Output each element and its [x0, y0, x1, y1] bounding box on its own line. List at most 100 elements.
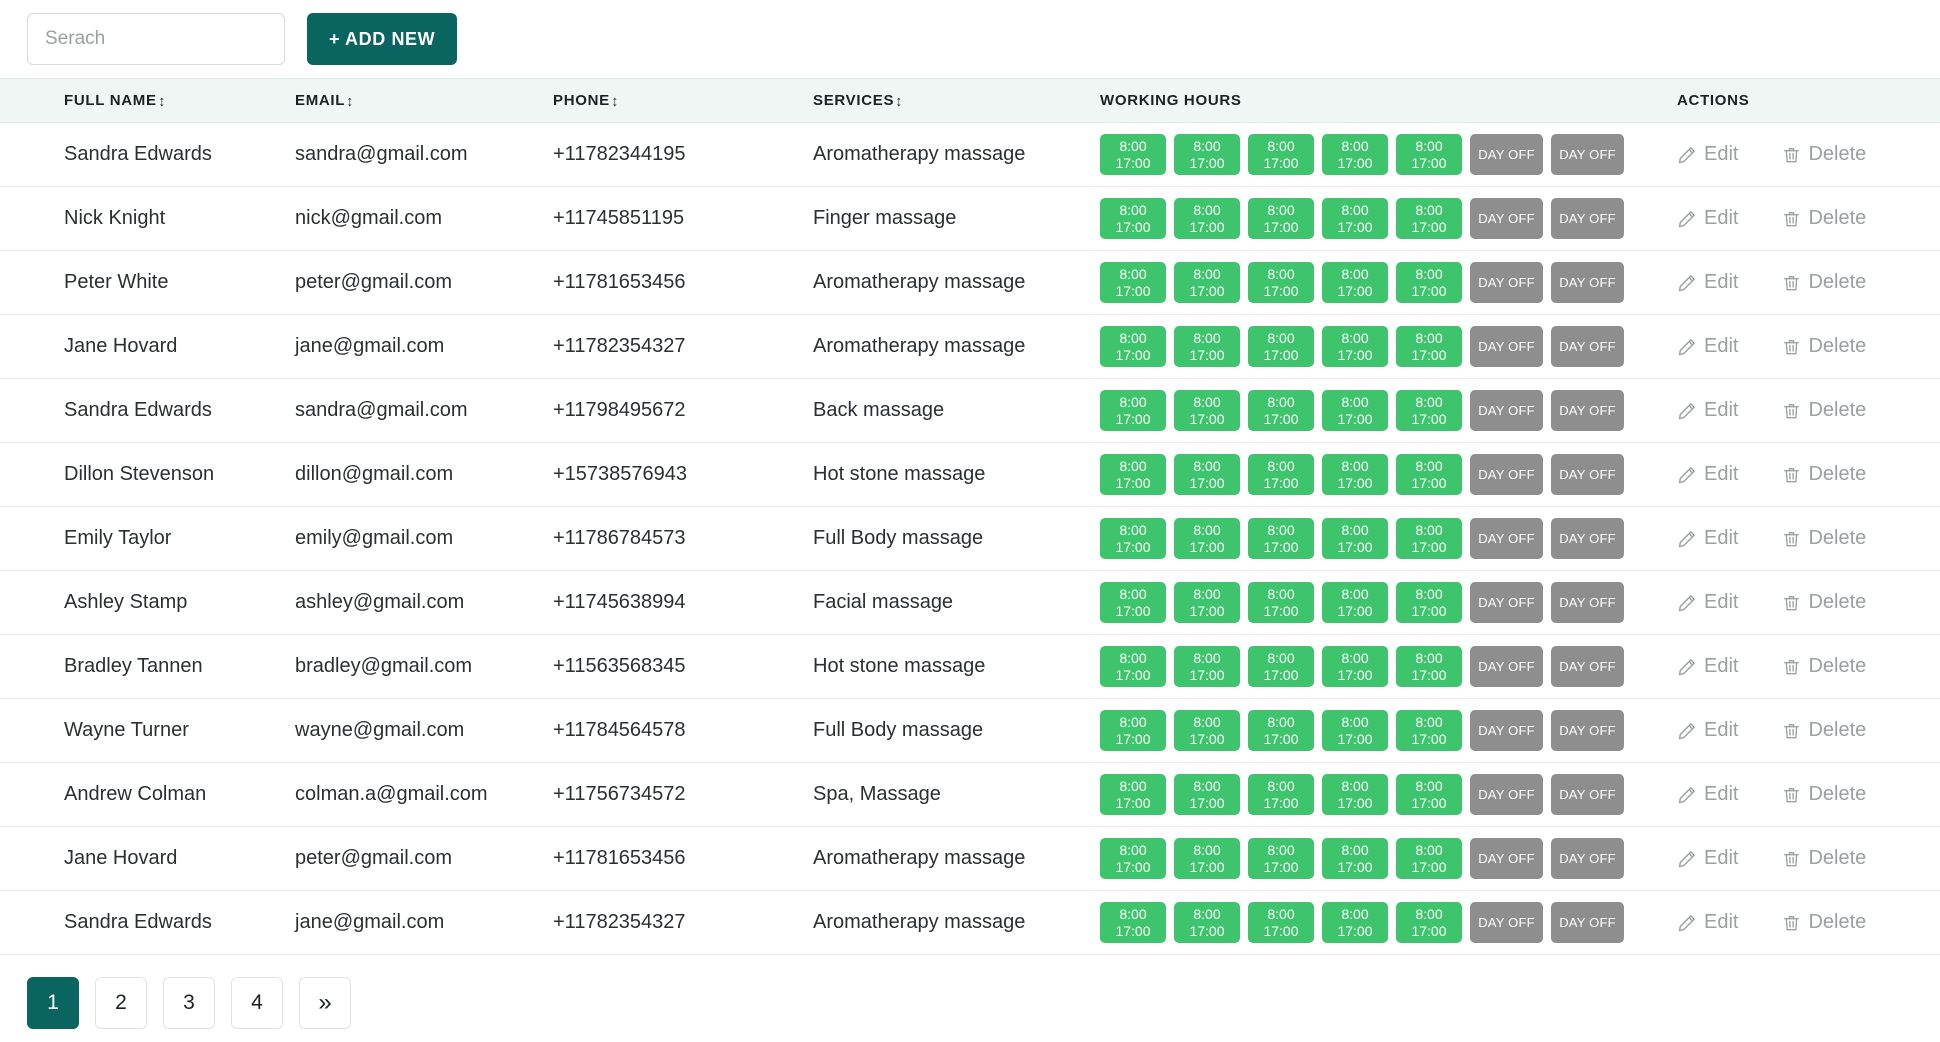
day-off-badge[interactable]: DAY OFF [1470, 198, 1543, 239]
day-off-badge[interactable]: DAY OFF [1470, 390, 1543, 431]
working-hours-badge[interactable]: 8:00 17:00 [1174, 582, 1240, 623]
working-hours-badge[interactable]: 8:00 17:00 [1174, 198, 1240, 239]
delete-button[interactable]: Delete [1782, 719, 1866, 742]
working-hours-badge[interactable]: 8:00 17:00 [1396, 198, 1462, 239]
day-off-badge[interactable]: DAY OFF [1551, 774, 1624, 815]
working-hours-badge[interactable]: 8:00 17:00 [1248, 262, 1314, 303]
working-hours-badge[interactable]: 8:00 17:00 [1322, 582, 1388, 623]
delete-button[interactable]: Delete [1782, 463, 1866, 486]
working-hours-badge[interactable]: 8:00 17:00 [1174, 454, 1240, 495]
working-hours-badge[interactable]: 8:00 17:00 [1100, 134, 1166, 175]
day-off-badge[interactable]: DAY OFF [1470, 838, 1543, 879]
day-off-badge[interactable]: DAY OFF [1470, 326, 1543, 367]
working-hours-badge[interactable]: 8:00 17:00 [1322, 390, 1388, 431]
day-off-badge[interactable]: DAY OFF [1551, 454, 1624, 495]
delete-button[interactable]: Delete [1782, 847, 1866, 870]
column-header-email[interactable]: EMAIL ↕ [295, 79, 553, 123]
working-hours-badge[interactable]: 8:00 17:00 [1322, 518, 1388, 559]
working-hours-badge[interactable]: 8:00 17:00 [1322, 646, 1388, 687]
sort-arrow-icon-full-name[interactable]: ↕ [158, 94, 165, 109]
day-off-badge[interactable]: DAY OFF [1470, 902, 1543, 943]
day-off-badge[interactable]: DAY OFF [1551, 902, 1624, 943]
working-hours-badge[interactable]: 8:00 17:00 [1248, 518, 1314, 559]
working-hours-badge[interactable]: 8:00 17:00 [1396, 454, 1462, 495]
working-hours-badge[interactable]: 8:00 17:00 [1174, 838, 1240, 879]
day-off-badge[interactable]: DAY OFF [1470, 710, 1543, 751]
working-hours-badge[interactable]: 8:00 17:00 [1174, 646, 1240, 687]
working-hours-badge[interactable]: 8:00 17:00 [1322, 710, 1388, 751]
pagination-page-2[interactable]: 2 [95, 977, 147, 1029]
working-hours-badge[interactable]: 8:00 17:00 [1174, 134, 1240, 175]
day-off-badge[interactable]: DAY OFF [1551, 646, 1624, 687]
working-hours-badge[interactable]: 8:00 17:00 [1100, 454, 1166, 495]
day-off-badge[interactable]: DAY OFF [1470, 646, 1543, 687]
working-hours-badge[interactable]: 8:00 17:00 [1100, 582, 1166, 623]
working-hours-badge[interactable]: 8:00 17:00 [1322, 262, 1388, 303]
edit-button[interactable]: Edit [1677, 911, 1738, 934]
delete-button[interactable]: Delete [1782, 783, 1866, 806]
working-hours-badge[interactable]: 8:00 17:00 [1100, 326, 1166, 367]
day-off-badge[interactable]: DAY OFF [1470, 454, 1543, 495]
day-off-badge[interactable]: DAY OFF [1551, 198, 1624, 239]
edit-button[interactable]: Edit [1677, 143, 1738, 166]
working-hours-badge[interactable]: 8:00 17:00 [1100, 198, 1166, 239]
day-off-badge[interactable]: DAY OFF [1470, 582, 1543, 623]
add-new-button[interactable]: + ADD NEW [307, 13, 458, 65]
working-hours-badge[interactable]: 8:00 17:00 [1396, 902, 1462, 943]
column-header-phone[interactable]: PHONE ↕ [553, 79, 813, 123]
working-hours-badge[interactable]: 8:00 17:00 [1322, 326, 1388, 367]
working-hours-badge[interactable]: 8:00 17:00 [1396, 646, 1462, 687]
edit-button[interactable]: Edit [1677, 271, 1738, 294]
day-off-badge[interactable]: DAY OFF [1551, 582, 1624, 623]
working-hours-badge[interactable]: 8:00 17:00 [1248, 582, 1314, 623]
day-off-badge[interactable]: DAY OFF [1470, 262, 1543, 303]
day-off-badge[interactable]: DAY OFF [1470, 134, 1543, 175]
working-hours-badge[interactable]: 8:00 17:00 [1174, 326, 1240, 367]
working-hours-badge[interactable]: 8:00 17:00 [1396, 326, 1462, 367]
pagination-page-3[interactable]: 3 [163, 977, 215, 1029]
working-hours-badge[interactable]: 8:00 17:00 [1248, 902, 1314, 943]
working-hours-badge[interactable]: 8:00 17:00 [1396, 134, 1462, 175]
day-off-badge[interactable]: DAY OFF [1551, 390, 1624, 431]
edit-button[interactable]: Edit [1677, 399, 1738, 422]
working-hours-badge[interactable]: 8:00 17:00 [1396, 518, 1462, 559]
edit-button[interactable]: Edit [1677, 335, 1738, 358]
working-hours-badge[interactable]: 8:00 17:00 [1248, 198, 1314, 239]
working-hours-badge[interactable]: 8:00 17:00 [1248, 838, 1314, 879]
working-hours-badge[interactable]: 8:00 17:00 [1322, 134, 1388, 175]
working-hours-badge[interactable]: 8:00 17:00 [1322, 838, 1388, 879]
sort-arrow-icon-services[interactable]: ↕ [896, 94, 903, 109]
day-off-badge[interactable]: DAY OFF [1470, 518, 1543, 559]
delete-button[interactable]: Delete [1782, 271, 1866, 294]
day-off-badge[interactable]: DAY OFF [1551, 134, 1624, 175]
sort-arrow-icon-email[interactable]: ↕ [347, 94, 354, 109]
pagination-next-button[interactable]: » [299, 977, 351, 1029]
working-hours-badge[interactable]: 8:00 17:00 [1100, 646, 1166, 687]
working-hours-badge[interactable]: 8:00 17:00 [1174, 390, 1240, 431]
working-hours-badge[interactable]: 8:00 17:00 [1174, 902, 1240, 943]
column-header-full-name[interactable]: FULL NAME ↕ [0, 79, 295, 123]
working-hours-badge[interactable]: 8:00 17:00 [1396, 262, 1462, 303]
delete-button[interactable]: Delete [1782, 911, 1866, 934]
working-hours-badge[interactable]: 8:00 17:00 [1248, 710, 1314, 751]
delete-button[interactable]: Delete [1782, 143, 1866, 166]
working-hours-badge[interactable]: 8:00 17:00 [1174, 710, 1240, 751]
working-hours-badge[interactable]: 8:00 17:00 [1396, 838, 1462, 879]
day-off-badge[interactable]: DAY OFF [1551, 262, 1624, 303]
working-hours-badge[interactable]: 8:00 17:00 [1322, 902, 1388, 943]
sort-arrow-icon-phone[interactable]: ↕ [611, 94, 618, 109]
working-hours-badge[interactable]: 8:00 17:00 [1248, 646, 1314, 687]
delete-button[interactable]: Delete [1782, 335, 1866, 358]
working-hours-badge[interactable]: 8:00 17:00 [1100, 710, 1166, 751]
pagination-page-4[interactable]: 4 [231, 977, 283, 1029]
working-hours-badge[interactable]: 8:00 17:00 [1100, 774, 1166, 815]
working-hours-badge[interactable]: 8:00 17:00 [1322, 454, 1388, 495]
day-off-badge[interactable]: DAY OFF [1551, 518, 1624, 559]
pagination-page-1[interactable]: 1 [27, 977, 79, 1029]
delete-button[interactable]: Delete [1782, 655, 1866, 678]
edit-button[interactable]: Edit [1677, 655, 1738, 678]
working-hours-badge[interactable]: 8:00 17:00 [1322, 774, 1388, 815]
delete-button[interactable]: Delete [1782, 399, 1866, 422]
working-hours-badge[interactable]: 8:00 17:00 [1396, 774, 1462, 815]
delete-button[interactable]: Delete [1782, 527, 1866, 550]
